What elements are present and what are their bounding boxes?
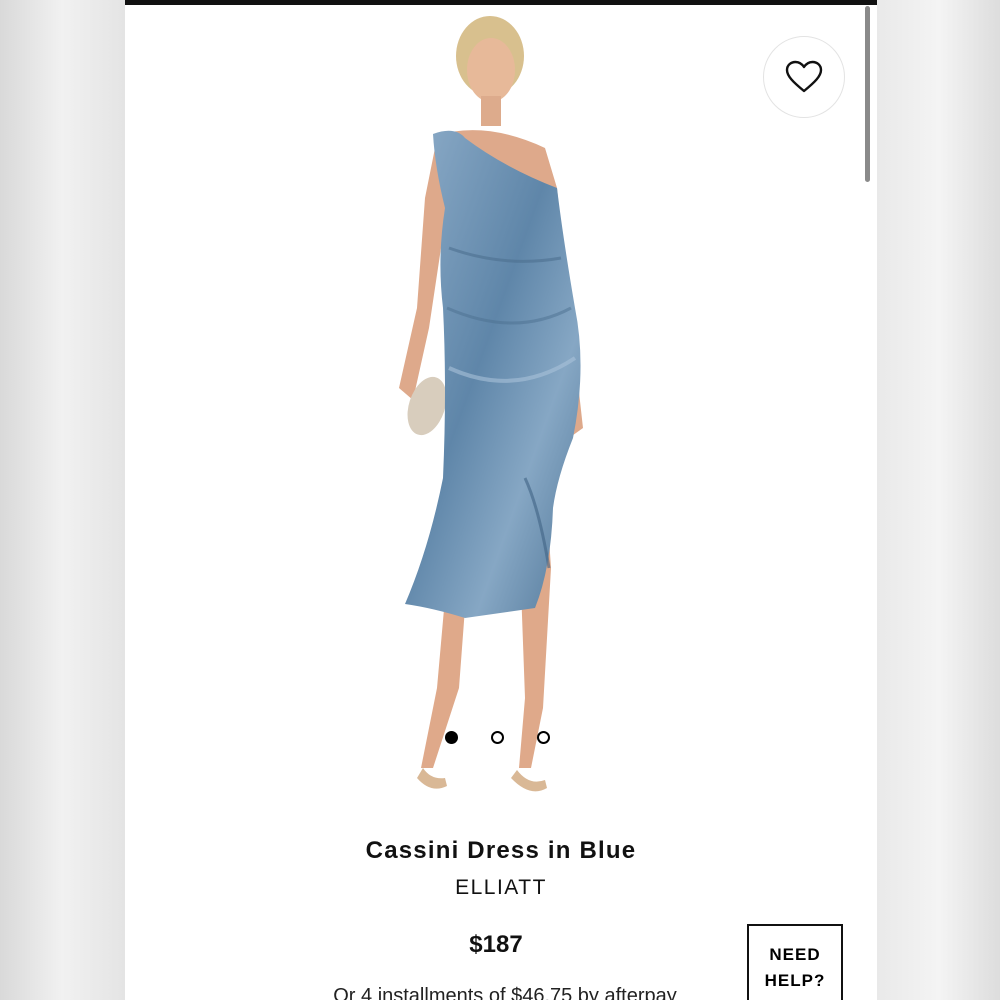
product-title: Cassini Dress in Blue — [365, 837, 637, 864]
brand-name[interactable]: ELLIATT — [125, 876, 877, 900]
left-backdrop — [0, 0, 125, 1000]
heart-icon — [785, 60, 823, 93]
status-bar — [125, 0, 877, 5]
product-page: Cassini Dress in Blue ELLIATT $187 Or 4 … — [125, 0, 877, 1000]
right-backdrop — [877, 0, 1000, 1000]
scrollbar[interactable] — [865, 6, 870, 182]
need-help-button[interactable]: NEED HELP? — [747, 924, 843, 1000]
installments-text: Or 4 installments of $46.75 by afterpay — [333, 985, 677, 1000]
gallery-dot-2[interactable] — [491, 730, 504, 744]
gallery-dot-1[interactable] — [445, 730, 458, 744]
gallery-pagination — [445, 729, 550, 745]
product-image[interactable] — [325, 8, 665, 808]
wishlist-button[interactable] — [763, 36, 845, 118]
need-help-label: NEED HELP? — [764, 945, 826, 990]
gallery-dot-3[interactable] — [537, 730, 550, 744]
